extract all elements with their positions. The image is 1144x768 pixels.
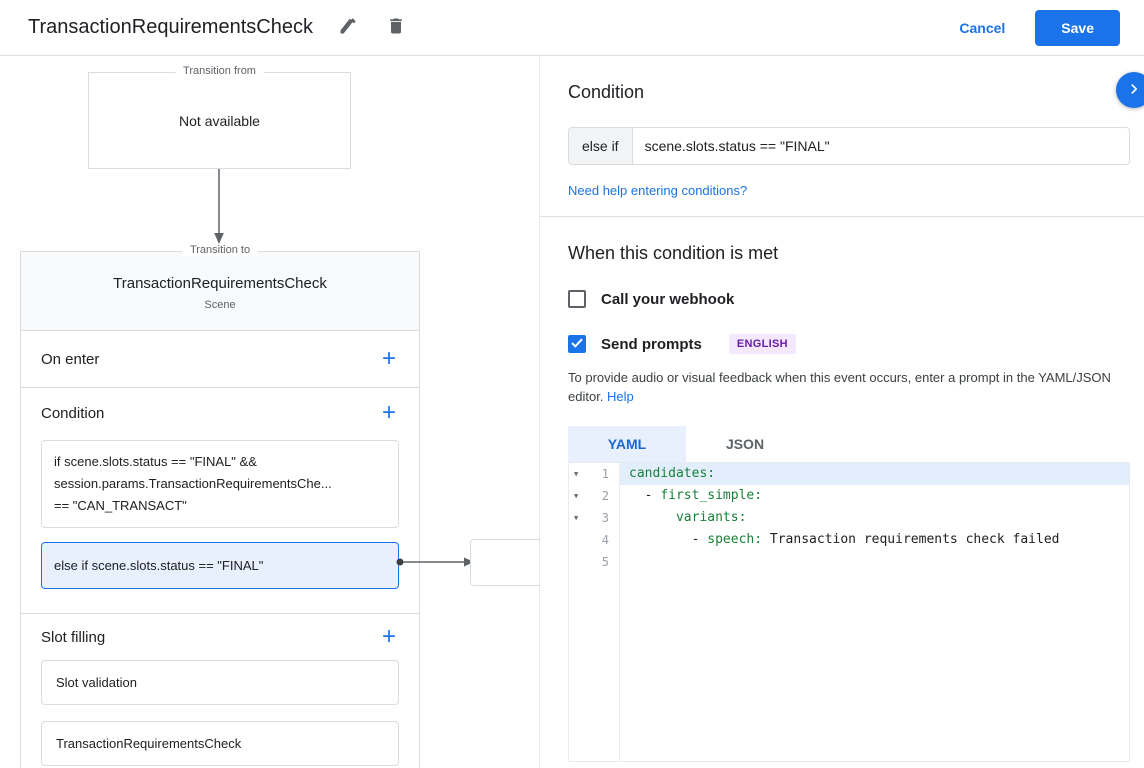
on-enter-row[interactable]: On enter + (21, 331, 419, 388)
edit-button[interactable] (335, 15, 361, 41)
fold-toggle-icon[interactable]: ▼ (574, 463, 578, 485)
code-text: - (629, 532, 707, 547)
condition-section: Condition + if scene.slots.status == "FI… (21, 388, 419, 614)
condition-help-link[interactable]: Need help entering conditions? (568, 183, 747, 198)
add-condition-button[interactable]: + (377, 401, 401, 425)
webhook-checkbox[interactable] (568, 290, 586, 308)
editor-line: 4 - speech: Transaction requirements che… (569, 529, 1129, 551)
main-area: Transition from Not available Transition… (0, 56, 1144, 768)
slot-filling-section-header: Slot filling + (21, 614, 419, 660)
collapse-panel-button[interactable] (1116, 72, 1144, 108)
page-title: TransactionRequirementsCheck (28, 16, 313, 39)
tab-yaml[interactable]: YAML (568, 426, 686, 462)
when-met-title: When this condition is met (568, 243, 1130, 264)
code-line[interactable]: variants: (619, 507, 1129, 529)
editor-gutter: ▼ 2 (569, 485, 619, 507)
editor-line: ▼ 2 - first_simple: (569, 485, 1129, 507)
cancel-button[interactable]: Cancel (947, 12, 1017, 44)
condition-section-header: Condition + (21, 388, 419, 438)
pencil-icon (338, 16, 358, 39)
transition-to-node[interactable]: Transition to TransactionRequirementsChe… (20, 251, 420, 768)
editor-gutter: 4 (569, 529, 619, 551)
plus-icon: + (382, 399, 396, 426)
condition-prefix-label: else if (569, 128, 633, 164)
chevron-right-icon (1124, 79, 1144, 102)
editor-line: 5 (569, 551, 1129, 573)
slot-filling-label: Slot filling (41, 629, 105, 646)
code-key: variants: (676, 510, 746, 525)
line-number: 5 (602, 555, 609, 569)
language-badge: ENGLISH (729, 334, 796, 354)
code-line[interactable]: - first_simple: (619, 485, 1129, 507)
panel-title: Condition (568, 82, 1130, 103)
code-key: speech: (707, 532, 762, 547)
condition-item-selected[interactable]: else if scene.slots.status == "FINAL" (41, 542, 399, 589)
tab-json[interactable]: JSON (686, 426, 804, 462)
fold-toggle-icon[interactable]: ▼ (574, 485, 578, 507)
code-key: candidates: (629, 466, 715, 481)
scene-card-header: TransactionRequirementsCheck Scene (21, 252, 419, 331)
webhook-label: Call your webhook (601, 291, 734, 308)
scene-type: Scene (21, 299, 419, 311)
scene-name: TransactionRequirementsCheck (21, 275, 419, 292)
add-slot-button[interactable]: + (377, 625, 401, 649)
down-arrow-connector-icon (211, 169, 227, 245)
line-number: 1 (602, 467, 609, 481)
plus-icon: + (382, 345, 396, 372)
code-line[interactable] (619, 551, 1129, 573)
delete-button[interactable] (383, 15, 409, 41)
line-number: 4 (602, 533, 609, 547)
prompt-description-text: To provide audio or visual feedback when… (568, 370, 1111, 404)
fold-toggle-icon[interactable]: ▼ (574, 507, 578, 529)
condition-transition-connector-icon (395, 555, 475, 569)
code-key: first_simple: (660, 488, 762, 503)
editor-gutter: ▼ 3 (569, 507, 619, 529)
condition-section-label: Condition (41, 405, 104, 422)
add-on-enter-button[interactable]: + (377, 347, 401, 371)
save-button[interactable]: Save (1035, 10, 1120, 46)
prompt-description: To provide audio or visual feedback when… (568, 368, 1130, 406)
condition-panel: Condition else if Need help entering con… (540, 56, 1144, 768)
line-number: 2 (602, 489, 609, 503)
plus-icon: + (382, 623, 396, 650)
slot-filling-section: Slot filling + Slot validation Transacti… (21, 614, 419, 766)
line-number: 3 (602, 511, 609, 525)
code-text: - (629, 488, 660, 503)
transition-from-node[interactable]: Transition from Not available (88, 72, 351, 169)
slot-item[interactable]: TransactionRequirementsCheck (41, 721, 399, 766)
condition-handlers-section: When this condition is met Call your web… (540, 217, 1144, 762)
editor-format-tabs: YAML JSON (568, 426, 1130, 462)
code-line[interactable]: candidates: (619, 463, 1129, 485)
condition-input[interactable] (633, 128, 1129, 164)
code-line[interactable]: - speech: Transaction requirements check… (619, 529, 1129, 551)
header: TransactionRequirementsCheck Cancel Save (0, 0, 1144, 56)
on-enter-label: On enter (41, 351, 99, 368)
editor-line: ▼ 3 variants: (569, 507, 1129, 529)
send-prompts-label: Send prompts (601, 336, 702, 353)
editor-gutter: 5 (569, 551, 619, 573)
condition-expression-row: else if (568, 127, 1130, 165)
code-text: Transaction requirements check failed (762, 532, 1059, 547)
editor-gutter: ▼ 1 (569, 463, 619, 485)
yaml-editor[interactable]: ▼ 1 candidates: ▼ 2 - first_simple: ▼ (568, 462, 1130, 762)
transition-from-label: Transition from (175, 65, 264, 77)
transition-to-label: Transition to (182, 244, 258, 256)
editor-line: ▼ 1 candidates: (569, 463, 1129, 485)
code-text (629, 510, 676, 525)
trash-icon (386, 16, 406, 39)
condition-editor-section: Condition else if Need help entering con… (540, 56, 1144, 200)
slot-item[interactable]: Slot validation (41, 660, 399, 705)
prompt-help-link[interactable]: Help (607, 389, 634, 404)
send-prompts-checkbox[interactable] (568, 335, 586, 353)
webhook-row: Call your webhook (568, 290, 1130, 308)
send-prompts-row: Send prompts ENGLISH (568, 334, 1130, 354)
condition-item[interactable]: if scene.slots.status == "FINAL" && sess… (41, 440, 399, 528)
check-icon (571, 335, 583, 353)
transition-from-content: Not available (179, 113, 260, 129)
